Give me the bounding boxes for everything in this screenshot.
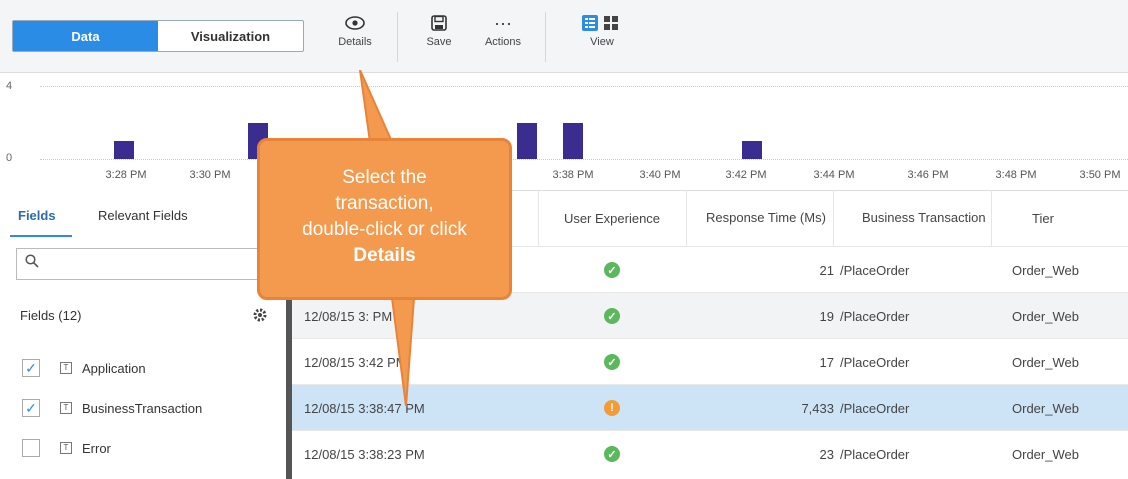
user-experience-cell: ✓ [604, 247, 620, 293]
field-search-input[interactable] [16, 248, 280, 280]
user-experience-cell: ✓ [604, 339, 620, 385]
x-tick-label: 3:40 PM [639, 169, 681, 181]
field-name: Application [82, 360, 146, 376]
list-view-icon [582, 15, 598, 31]
column-header-user-experience[interactable]: User Experience [538, 190, 687, 246]
x-tick-label: 3:38 PM [552, 169, 594, 181]
response-time-cell: 23 [819, 446, 834, 462]
field-checkbox-error[interactable] [22, 439, 40, 457]
grid-view-icon [604, 16, 618, 30]
tier-cell: Order_Web [1012, 354, 1079, 370]
field-row-error: T Error [0, 428, 286, 468]
x-tick-label: 3:48 PM [995, 169, 1037, 181]
check-circle-icon: ✓ [604, 262, 620, 278]
response-time-cell: 21 [819, 262, 834, 278]
check-circle-icon: ✓ [604, 354, 620, 370]
histogram-bar[interactable] [114, 140, 134, 159]
fields-panel: Fields Relevant Fields Fields (12) ✓ T A… [0, 190, 286, 479]
gridline [40, 86, 1128, 87]
business-transaction-cell: /PlaceOrder [840, 354, 910, 370]
tab-fields[interactable]: Fields [18, 208, 56, 223]
check-circle-icon: ✓ [604, 446, 620, 462]
view-button[interactable]: View [567, 10, 637, 66]
table-row[interactable]: 12/08/15 3:38:23 PM ✓ 23 /PlaceOrder Ord… [292, 430, 1128, 477]
gridline [40, 159, 1128, 160]
x-tick-label: 3:42 PM [725, 169, 767, 181]
field-row-application: ✓ T Application [0, 348, 286, 388]
column-header-business-transaction[interactable]: Business Transaction [834, 190, 992, 246]
column-header-response-time[interactable]: Response Time (Ms) [686, 190, 834, 246]
callout-line: transaction, [335, 193, 434, 214]
y-axis-min-label: 0 [6, 152, 13, 164]
check-circle-icon: ✓ [604, 308, 620, 324]
text-type-icon: T [60, 442, 72, 454]
tier-cell: Order_Web [1012, 400, 1079, 416]
column-header-tier[interactable]: Tier [992, 190, 1128, 246]
instruction-callout: Select the transaction, double-click or … [257, 138, 512, 300]
toolbar: Data Visualization Details Save ··· Acti… [0, 0, 1128, 73]
tier-cell: Order_Web [1012, 308, 1079, 324]
response-time-cell: 17 [819, 354, 834, 370]
user-experience-cell: ✓ [604, 431, 620, 477]
view-icons [567, 10, 637, 36]
y-axis-max-label: 4 [6, 80, 13, 92]
gear-icon[interactable] [252, 307, 268, 328]
field-name: BusinessTransaction [82, 400, 203, 416]
response-time-cell: 7,433 [801, 400, 834, 416]
callout-text: Select the transaction, double-click or … [260, 165, 509, 269]
floppy-disk-icon [404, 10, 474, 36]
view-label: View [590, 36, 614, 48]
callout-line-bold: Details [353, 245, 416, 266]
callout-pointer-down [390, 297, 416, 407]
x-tick-label: 3:28 PM [105, 169, 147, 181]
save-button[interactable]: Save [404, 10, 474, 66]
x-tick-label: 3:46 PM [907, 169, 949, 181]
text-type-icon: T [60, 362, 72, 374]
visualization-toggle-button[interactable]: Visualization [158, 21, 303, 51]
business-transaction-cell: /PlaceOrder [840, 262, 910, 278]
data-visualization-toggle: Data Visualization [12, 20, 304, 52]
user-experience-cell: ✓ [604, 293, 620, 339]
business-transaction-cell: /PlaceOrder [840, 400, 910, 416]
warning-circle-icon: ! [604, 400, 620, 416]
field-checkbox-application[interactable]: ✓ [22, 359, 40, 377]
active-tab-indicator [10, 235, 72, 237]
field-checkbox-businesstransaction[interactable]: ✓ [22, 399, 40, 417]
text-type-icon: T [60, 402, 72, 414]
actions-label: Actions [484, 36, 522, 48]
data-toggle-button[interactable]: Data [13, 21, 158, 51]
event-histogram: 4 0 3:28 PM 3:30 PM 3:38 PM 3:40 PM 3:42 PM 3… [0, 72, 1128, 191]
business-transaction-cell: /PlaceOrder [840, 446, 910, 462]
response-time-cell: 19 [819, 308, 834, 324]
histogram-bar[interactable] [742, 140, 762, 159]
time-cell: 12/08/15 3:38:23 PM [304, 446, 425, 462]
toolbar-divider [545, 12, 546, 62]
callout-line: Select the [342, 167, 427, 188]
field-row-businesstransaction: ✓ T BusinessTransaction [0, 388, 286, 428]
tier-cell: Order_Web [1012, 262, 1079, 278]
actions-button[interactable]: ··· Actions [468, 10, 538, 66]
more-dots-icon: ··· [494, 12, 512, 33]
toolbar-divider [397, 12, 398, 62]
eye-icon [320, 10, 390, 36]
tier-cell: Order_Web [1012, 446, 1079, 462]
search-icon [25, 254, 39, 273]
x-tick-label: 3:30 PM [189, 169, 231, 181]
fields-count-title: Fields (12) [20, 308, 82, 323]
details-button[interactable]: Details [320, 10, 390, 66]
callout-pointer-up [359, 70, 394, 143]
save-label: Save [426, 36, 452, 48]
field-name: Error [82, 440, 111, 456]
histogram-bar[interactable] [517, 122, 537, 159]
x-tick-label: 3:50 PM [1079, 169, 1121, 181]
tab-relevant-fields[interactable]: Relevant Fields [98, 208, 188, 223]
user-experience-cell: ! [604, 385, 620, 431]
histogram-bar[interactable] [563, 122, 583, 159]
x-tick-label: 3:44 PM [813, 169, 855, 181]
callout-line: double-click or click [302, 219, 467, 240]
details-label: Details [338, 36, 372, 48]
business-transaction-cell: /PlaceOrder [840, 308, 910, 324]
